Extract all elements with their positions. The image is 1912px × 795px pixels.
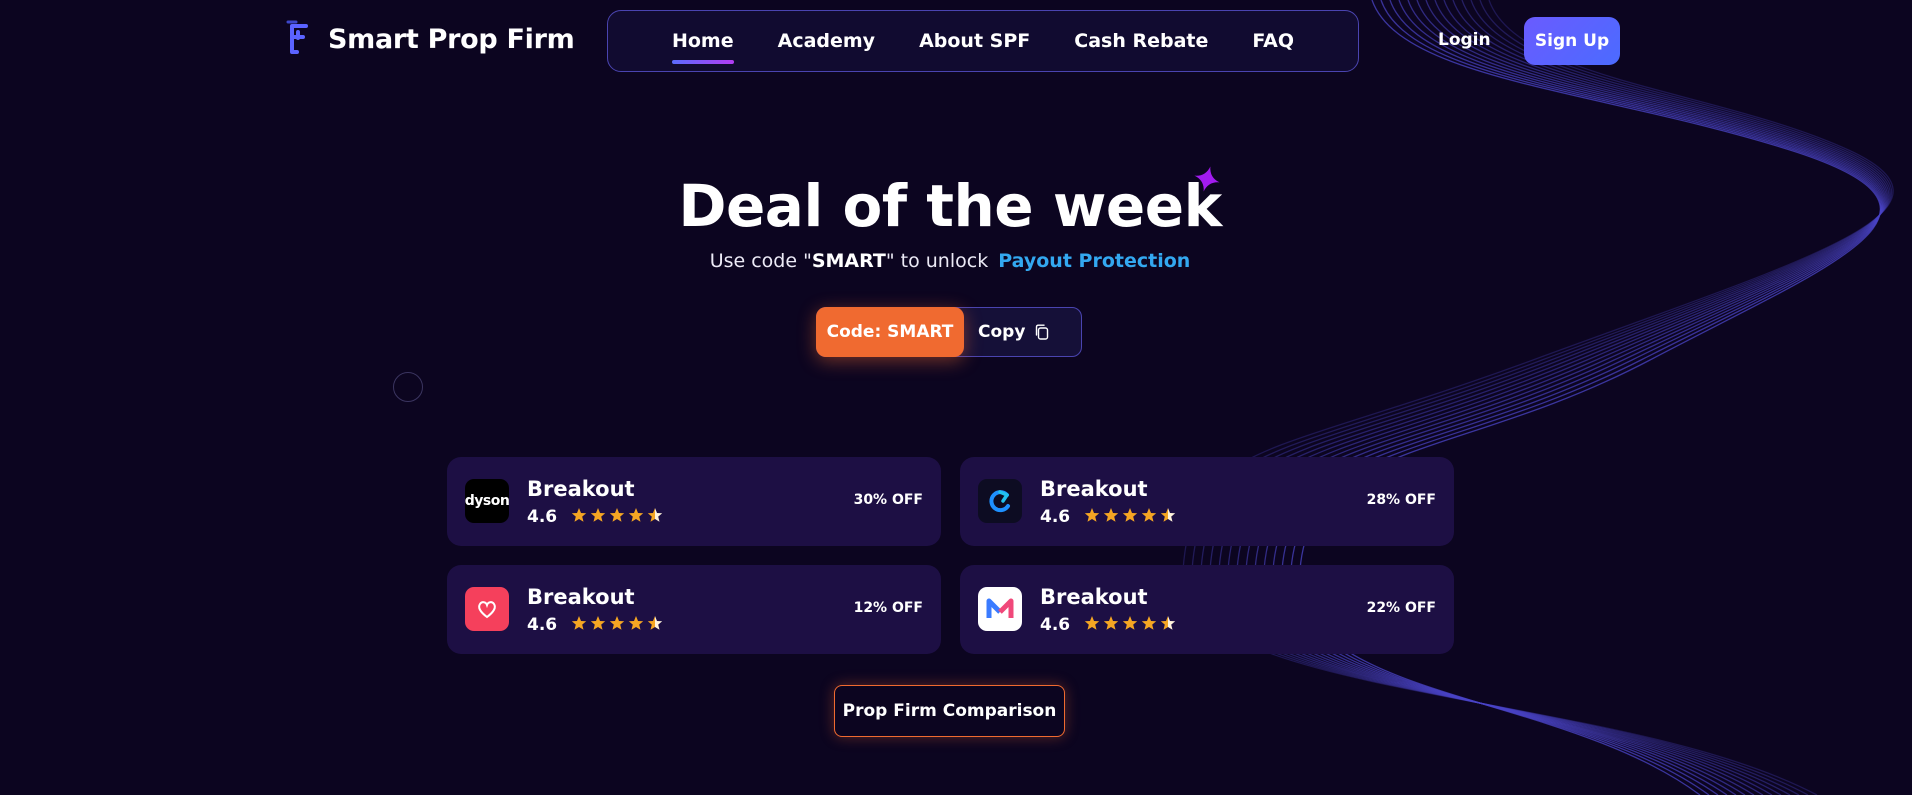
wave-line [1263, 0, 1884, 795]
heart-glyph [478, 601, 496, 619]
deal-card[interactable]: Breakout 4.6 12% OFF [447, 565, 941, 654]
wave-line [1236, 0, 1886, 795]
brand-name: Smart Prop Firm [328, 23, 575, 55]
copy-icon [1036, 324, 1049, 340]
brand-logo[interactable]: Smart Prop Firm [284, 20, 575, 58]
main-nav: Home Academy About SPF Cash Rebate FAQ [607, 10, 1359, 72]
sparkle-icon [1194, 166, 1220, 192]
star-full-icon [628, 616, 644, 630]
wave-line [1272, 0, 1883, 795]
deal-rating: 4.6 [1040, 507, 1071, 527]
wave-line [1200, 0, 1891, 795]
star-full-icon [1141, 616, 1157, 630]
star-half-icon [1160, 616, 1176, 630]
decorative-wave-lines [1182, 0, 1894, 795]
deal-rating: 4.6 [527, 507, 558, 527]
star-full-icon [1103, 616, 1119, 630]
deal-card[interactable]: dyson Breakout 4.6 30% OFF [447, 457, 941, 546]
rating-stars [571, 507, 663, 523]
rating-stars [571, 615, 663, 631]
heart-logo-icon [465, 587, 509, 631]
copy-code-button[interactable]: Copy [978, 308, 1049, 356]
deal-discount: 30% OFF [853, 492, 923, 508]
star-full-icon [1084, 508, 1100, 522]
hero-sub-suffix: " to unlock [885, 250, 989, 272]
wave-line [1209, 0, 1890, 795]
dyson-logo-text: dyson [465, 493, 509, 509]
nav-item-home[interactable]: Home [671, 24, 734, 64]
circular-arrow-logo-icon [978, 479, 1022, 523]
deal-card[interactable]: Breakout 4.6 28% OFF [960, 457, 1454, 546]
nav-item-academy[interactable]: Academy [778, 24, 875, 58]
wave-line [1191, 0, 1893, 795]
nav-item-faq[interactable]: FAQ [1252, 24, 1294, 58]
wave-line [1281, 0, 1882, 795]
wave-line [1218, 0, 1889, 795]
star-full-icon [590, 616, 606, 630]
wave-line [1227, 0, 1887, 795]
star-full-icon [628, 508, 644, 522]
star-full-icon [609, 616, 625, 630]
wave-line [1245, 0, 1885, 795]
deal-name: Breakout [527, 585, 635, 609]
star-half-icon [1160, 508, 1176, 522]
deal-discount: 12% OFF [853, 600, 923, 616]
wave-line [1290, 0, 1882, 795]
hero-sub-code: SMART [811, 250, 886, 272]
nav-item-about-spf[interactable]: About SPF [919, 24, 1030, 58]
star-full-icon [571, 616, 587, 630]
deal-discount: 28% OFF [1366, 492, 1436, 508]
nav-item-cash-rebate[interactable]: Cash Rebate [1074, 24, 1208, 58]
star-full-icon [1141, 508, 1157, 522]
m-letter-logo-icon [978, 587, 1022, 631]
promo-code-box: Code: SMART Copy [816, 307, 1082, 357]
copy-label: Copy [978, 322, 1026, 342]
rating-stars [1084, 615, 1176, 631]
prop-firm-comparison-button[interactable]: Prop Firm Comparison [834, 685, 1065, 737]
deal-rating: 4.6 [527, 615, 558, 635]
star-full-icon [1103, 508, 1119, 522]
deal-discount: 22% OFF [1366, 600, 1436, 616]
login-link[interactable]: Login [1438, 30, 1491, 50]
deal-rating: 4.6 [1040, 615, 1071, 635]
deal-name: Breakout [1040, 477, 1148, 501]
payout-protection-link[interactable]: Payout Protection [998, 250, 1190, 272]
promo-code-pill[interactable]: Code: SMART [816, 307, 964, 357]
hero-title: Deal of the week [678, 172, 1222, 240]
wave-line [1299, 0, 1882, 795]
star-half-icon [647, 616, 663, 630]
star-full-icon [590, 508, 606, 522]
signup-button[interactable]: Sign Up [1524, 17, 1620, 65]
deal-name: Breakout [1040, 585, 1148, 609]
star-full-icon [1084, 616, 1100, 630]
m-letter-glyph [986, 598, 1014, 618]
decorative-circle [393, 372, 423, 402]
circular-arrow-glyph [989, 490, 1010, 513]
deal-card[interactable]: Breakout 4.6 22% OFF [960, 565, 1454, 654]
wave-line [1254, 0, 1884, 795]
star-full-icon [1122, 616, 1138, 630]
rating-stars [1084, 507, 1176, 523]
hero-subtitle: Use code "SMART" to unlock Payout Protect… [0, 250, 1900, 272]
dyson-logo-icon: dyson [465, 479, 509, 523]
brand-mark-icon [286, 20, 308, 54]
wave-line [1182, 0, 1894, 795]
star-full-icon [609, 508, 625, 522]
star-full-icon [1122, 508, 1138, 522]
star-full-icon [571, 508, 587, 522]
hero-sub-prefix: Use code " [709, 250, 812, 272]
star-half-icon [647, 508, 663, 522]
deal-name: Breakout [527, 477, 635, 501]
